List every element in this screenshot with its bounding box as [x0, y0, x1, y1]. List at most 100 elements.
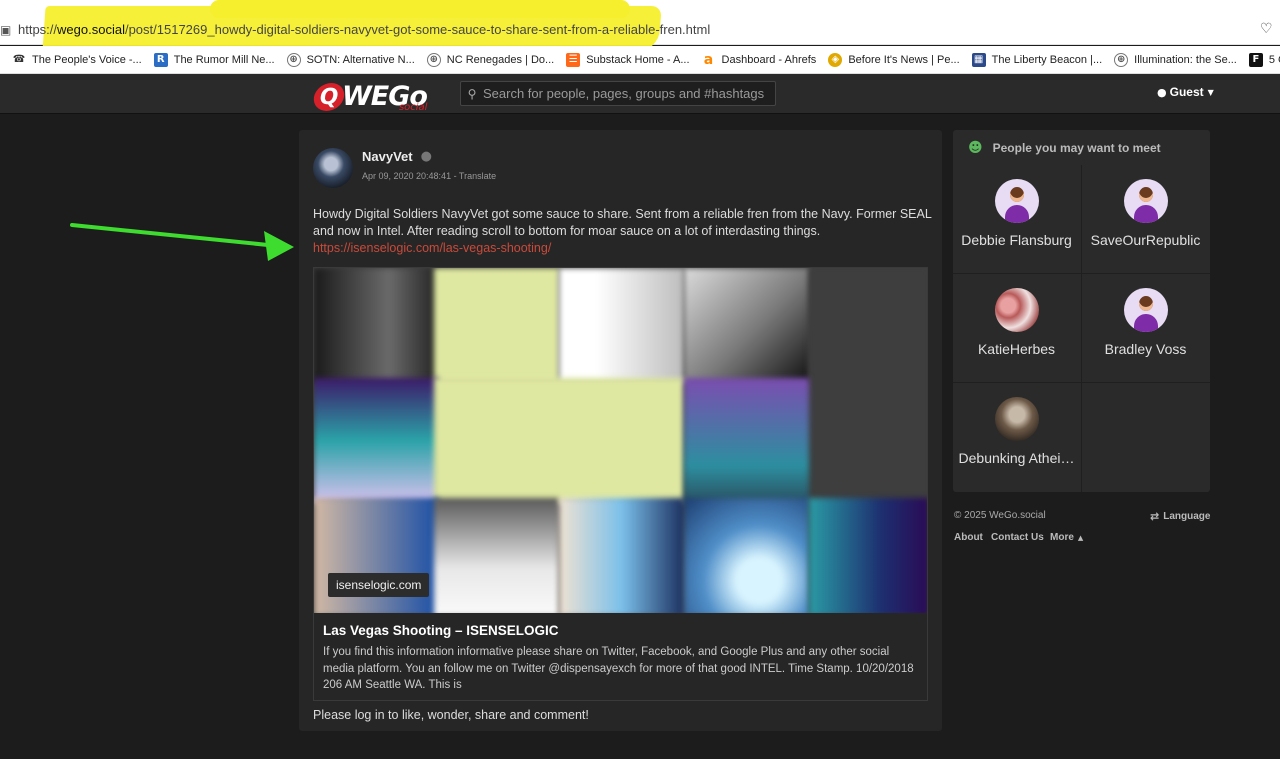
bookmark-label: 5 ChatG: [1268, 53, 1280, 66]
person-card[interactable]: Bradley Voss: [1082, 274, 1209, 382]
guest-menu[interactable]: ● Guest ▼: [1157, 85, 1214, 99]
link-preview-image[interactable]: isenselogic.com: [314, 268, 927, 613]
login-prompt: Please log in to like, wonder, share and…: [313, 708, 589, 722]
bookmark-item[interactable]: ⊕ SOTN: Alternative N...: [286, 52, 415, 67]
about-link[interactable]: About: [954, 532, 983, 543]
bookmark-item[interactable]: F 5 ChatG: [1248, 52, 1280, 67]
author-name[interactable]: NavyVet: [362, 149, 413, 164]
person-card[interactable]: KatieHerbes: [953, 274, 1080, 382]
preview-tile: [434, 378, 684, 503]
link-card-title[interactable]: Las Vegas Shooting – ISENSELOGIC: [323, 623, 559, 638]
preview-tile: [684, 378, 809, 503]
site-info-icon[interactable]: ▣: [0, 23, 11, 37]
bookmark-item[interactable]: a Dashboard - Ahrefs: [701, 52, 817, 68]
rumor-mill-icon: R: [153, 52, 168, 67]
avatar[interactable]: [994, 179, 1039, 223]
more-menu[interactable]: More ▲: [1050, 532, 1083, 543]
preview-tile: [809, 268, 927, 498]
people-suggestions: ☻ People you may want to meet Debbie Fla…: [953, 130, 1210, 492]
bookmark-item[interactable]: R The Rumor Mill Ne...: [153, 52, 275, 67]
preview-tile: [434, 498, 559, 613]
bookmark-label: Dashboard - Ahrefs: [721, 53, 817, 66]
bookmark-label: The Liberty Beacon |...: [991, 53, 1103, 66]
avatar[interactable]: [1123, 288, 1168, 332]
avatar[interactable]: [1123, 179, 1168, 223]
ahrefs-icon: a: [701, 52, 716, 68]
preview-tile: [684, 498, 809, 613]
translate-link[interactable]: Translate: [459, 171, 496, 181]
bin-icon: ◈: [828, 52, 843, 67]
preview-tile: [314, 268, 439, 383]
bookmark-label: NC Renegades | Do...: [446, 53, 555, 66]
copyright: © 2025 WeGo.social: [954, 510, 1046, 521]
language-selector[interactable]: ⇄ Language: [1150, 510, 1210, 523]
user-icon: ●: [1157, 85, 1167, 99]
suggestions-title: People you may want to meet: [992, 141, 1161, 155]
preview-tile: [684, 268, 809, 383]
preview-tile: [559, 268, 684, 383]
person-name[interactable]: Debbie Flansburg: [953, 232, 1080, 248]
f-icon: F: [1248, 52, 1263, 67]
bookmark-label: Illumination: the Se...: [1134, 53, 1237, 66]
translate-icon: ⇄: [1150, 510, 1160, 523]
substack-icon: ☰: [566, 52, 581, 67]
bookmark-item[interactable]: ◈ Before It's News | Pe...: [828, 52, 960, 67]
link-card-description: If you find this information informative…: [323, 646, 914, 691]
bookmarks-bar: ☎ The People's Voice -... R The Rumor Mill…: [0, 46, 1280, 74]
preview-domain-badge: isenselogic.com: [328, 573, 430, 597]
avatar[interactable]: [994, 397, 1039, 441]
avatar[interactable]: [994, 288, 1039, 332]
url-path: /post/1517269_howdy-digital-soldiers-nav…: [124, 22, 711, 37]
post-author[interactable]: NavyVet ●: [362, 149, 432, 164]
url-text[interactable]: https://wego.social/post/1517269_howdy-d…: [18, 22, 710, 37]
tpv-icon: ☎: [12, 52, 26, 67]
post-timestamp[interactable]: Apr 09, 2020 20:48:41: [362, 171, 451, 181]
bell-icon[interactable]: ♡: [1260, 21, 1273, 37]
post-link[interactable]: https://isenselogic.com/las-vegas-shooti…: [313, 241, 551, 255]
bookmark-label: SOTN: Alternative N...: [306, 53, 415, 66]
guest-label: Guest: [1169, 85, 1204, 99]
preview-tile: [809, 498, 927, 613]
person-name[interactable]: Bradley Voss: [1082, 341, 1209, 357]
bookmark-item[interactable]: ☰ Substack Home - A...: [566, 52, 690, 67]
liberty-beacon-icon: ▦: [971, 52, 986, 67]
person-card[interactable]: SaveOurRepublic: [1082, 165, 1209, 273]
globe-icon: ⊕: [426, 52, 441, 67]
more-label: More: [1050, 532, 1074, 543]
annotation-arrow: [70, 223, 294, 261]
link-preview-card[interactable]: isenselogic.com Las Vegas Shooting – ISE…: [313, 267, 928, 701]
author-avatar[interactable]: [313, 148, 353, 188]
logo-sub: social: [398, 102, 428, 113]
bookmark-item[interactable]: ⊕ NC Renegades | Do...: [426, 52, 555, 67]
preview-tile: [434, 268, 559, 383]
language-label: Language: [1163, 511, 1211, 522]
bookmark-item[interactable]: ☎ The People's Voice -...: [12, 52, 142, 67]
bookmark-item[interactable]: ⊕ Illumination: the Se...: [1114, 52, 1237, 67]
preview-tile: [559, 498, 684, 613]
browser-url-bar[interactable]: ▣ https://wego.social/post/1517269_howdy…: [0, 0, 1280, 52]
people-icon: ☻: [968, 140, 983, 156]
site-header: Q WEGo social ⚲ ● Guest ▼: [0, 74, 1280, 114]
person-name[interactable]: Debunking Athei…: [953, 450, 1080, 466]
search-input[interactable]: [483, 86, 773, 101]
url-domain: wego.social: [57, 22, 125, 37]
url-scheme: https://: [18, 22, 58, 37]
wego-logo[interactable]: Q WEGo social: [311, 79, 428, 113]
caret-up-icon: ▲: [1077, 533, 1084, 542]
person-name[interactable]: SaveOurRepublic: [1082, 232, 1209, 248]
person-card[interactable]: Debunking Athei…: [953, 383, 1080, 491]
globe-icon: ⊕: [1114, 52, 1129, 67]
search-icon: ⚲: [467, 86, 477, 101]
globe-icon: ⊕: [286, 52, 301, 67]
user-profile-icon: ●: [420, 149, 432, 164]
person-name[interactable]: KatieHerbes: [953, 341, 1080, 357]
bookmark-label: Substack Home - A...: [586, 53, 690, 66]
contact-link[interactable]: Contact Us: [991, 532, 1044, 543]
post-meta: Apr 09, 2020 20:48:41 - Translate: [362, 171, 496, 181]
bookmark-label: The Rumor Mill Ne...: [173, 53, 275, 66]
person-card[interactable]: Debbie Flansburg: [953, 165, 1080, 273]
bookmark-label: The People's Voice -...: [32, 53, 142, 66]
caret-down-icon: ▼: [1207, 87, 1214, 97]
bookmark-item[interactable]: ▦ The Liberty Beacon |...: [971, 52, 1103, 67]
search-box[interactable]: ⚲: [460, 81, 776, 106]
